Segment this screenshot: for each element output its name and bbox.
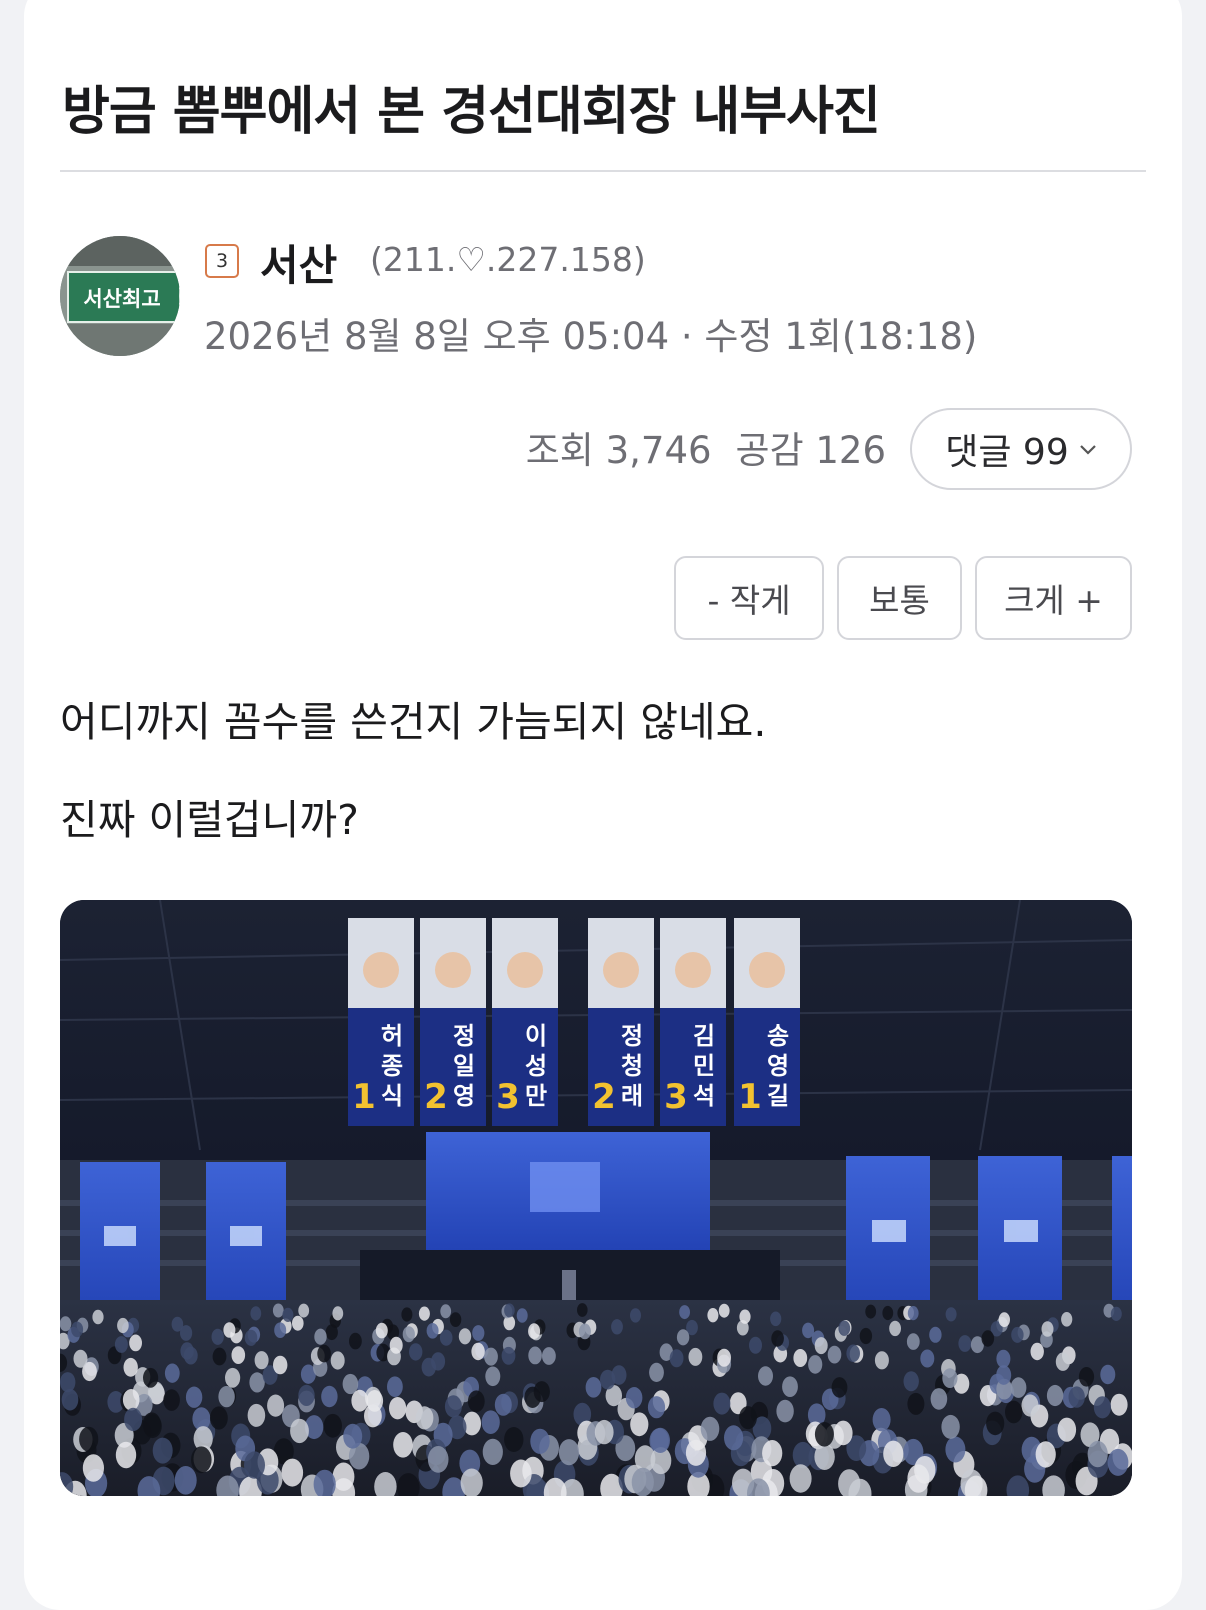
- comments-label: 댓글 99: [945, 432, 1069, 473]
- author-ip: (211.♡.227.158): [370, 240, 646, 279]
- post-stats: 조회 3,746 공감 126: [526, 420, 886, 474]
- candidate-name-char: 성: [525, 1052, 547, 1080]
- candidate-number: 2: [592, 1077, 616, 1117]
- candidate-name-char: 종: [381, 1052, 403, 1080]
- post-photo[interactable]: 1허종식2정일영3이성만2정청래3김민석1송영길: [60, 900, 1132, 1496]
- candidate-name-char: 정: [453, 1022, 475, 1050]
- post-datetime: 2026년 8월 8일 오후 05:04 · 수정 1회(18:18): [204, 315, 978, 358]
- author-avatar[interactable]: 서산최고: [60, 236, 180, 356]
- chevron-down-icon: [1079, 437, 1097, 462]
- post-body-line-2: 진짜 이럴겁니까?: [60, 796, 359, 844]
- candidate-name-char: 일: [453, 1052, 475, 1080]
- candidate-name-char: 민: [693, 1052, 715, 1080]
- candidate-name-char: 김: [693, 1022, 715, 1050]
- candidate-number: 3: [496, 1077, 520, 1117]
- candidate-number: 1: [738, 1077, 762, 1117]
- candidate-name-char: 석: [693, 1082, 715, 1110]
- font-smaller-button[interactable]: - 작게: [674, 556, 824, 640]
- candidate-name-char: 허: [381, 1022, 403, 1050]
- candidate-banner: 2정일영: [420, 918, 486, 1126]
- comments-button[interactable]: 댓글 99: [910, 408, 1132, 490]
- author-name[interactable]: 서산: [260, 232, 337, 293]
- candidate-name-char: 청: [621, 1052, 643, 1080]
- candidate-name-char: 정: [621, 1022, 643, 1050]
- convention-hall-image: 1허종식 2정일영 3이성만 2정청래 3김민석 1송영길: [60, 900, 1132, 1496]
- candidate-name-char: 송: [767, 1022, 789, 1050]
- post-body-line-1: 어디까지 꼼수를 쓴건지 가늠되지 않네요.: [60, 698, 767, 746]
- view-count: 조회 3,746: [525, 429, 712, 472]
- avatar-image: 서산최고: [60, 236, 180, 356]
- candidate-name-char: 식: [381, 1082, 403, 1110]
- candidate-name-char: 래: [621, 1082, 643, 1110]
- candidate-number: 2: [424, 1077, 448, 1117]
- candidate-banner: 3이성만: [492, 918, 558, 1126]
- candidate-name-char: 만: [525, 1082, 547, 1110]
- title-divider: [60, 170, 1146, 172]
- candidate-name-char: 영: [453, 1082, 475, 1110]
- font-larger-button[interactable]: 크게 +: [975, 556, 1132, 640]
- avatar-sign-text: 서산최고: [83, 287, 160, 311]
- candidate-number: 1: [352, 1077, 376, 1117]
- candidate-number: 3: [664, 1077, 688, 1117]
- post-title: 방금 뽐뿌에서 본 경선대회장 내부사진: [62, 81, 881, 142]
- candidate-name-char: 영: [767, 1052, 789, 1080]
- candidate-banner: 3김민석: [660, 918, 726, 1126]
- candidate-name-char: 길: [767, 1082, 789, 1110]
- user-grade-badge: 3: [205, 244, 239, 278]
- candidate-banner: 2정청래: [588, 918, 654, 1126]
- like-count: 공감 126: [735, 429, 886, 472]
- candidate-banner: 1송영길: [734, 918, 800, 1126]
- candidate-banner: 1허종식: [348, 918, 414, 1126]
- font-normal-button[interactable]: 보통: [837, 556, 962, 640]
- candidate-name-char: 이: [525, 1022, 547, 1050]
